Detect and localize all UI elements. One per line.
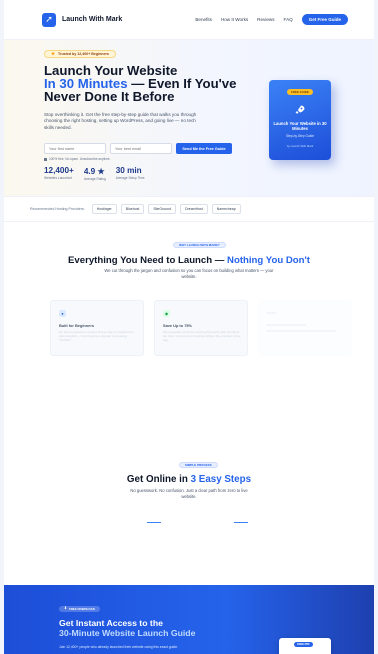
steps-title-accent: 3 Easy Steps <box>190 474 252 485</box>
star-icon: ★ <box>51 50 56 56</box>
feature-card-placeholder <box>258 300 352 356</box>
first-name-input[interactable] <box>44 143 106 154</box>
brand-logo[interactable]: ➚ Launch With Mark <box>42 12 123 27</box>
stat-value: 4.9 ★ <box>83 167 105 176</box>
steps-subtitle: No guesswork. No confusion. Just a clear… <box>130 488 248 499</box>
cta-card-badge: FREE PDF <box>294 642 313 647</box>
stat-websites: 12,400+ Websites Launched <box>44 166 74 181</box>
ghost-line <box>266 324 306 326</box>
stat-label: Websites Launched <box>44 176 72 180</box>
no-spam-text: 100% free. No spam. Unsubscribe anytime. <box>49 157 111 161</box>
features-subtitle: We cut through the jargon and confusion … <box>104 268 274 279</box>
stat-label: Average Setup Time <box>115 176 145 180</box>
tag-icon: ◆ <box>163 310 170 317</box>
provider-chip[interactable]: SiteGround <box>148 204 177 214</box>
features-title: Everything You Need to Launch — Nothing … <box>4 255 374 266</box>
cta-preview-card: FREE PDF <box>279 638 331 654</box>
cta-title: Get Instant Access to the 30-Minute Webs… <box>59 618 195 638</box>
features-pill: WHY LAUNCH WITH MARK? <box>173 242 226 248</box>
book-badge: FREE GUIDE <box>287 89 313 95</box>
rocket-icon <box>295 105 305 114</box>
book-author: by Launch With Mark <box>286 144 314 148</box>
provider-chip[interactable]: DreamHost <box>180 204 208 214</box>
top-nav: ➚ Launch With Mark Benefits How It Works… <box>4 0 374 40</box>
nav-link-reviews[interactable]: Reviews <box>257 17 274 22</box>
hero-section: ★ Trusted by 12,400+ Beginners Launch Yo… <box>4 40 374 196</box>
brand-name: Launch With Mark <box>62 16 123 23</box>
step-connector <box>147 522 161 523</box>
steps-pill: SIMPLE PROCESS <box>179 462 218 468</box>
cta-subtitle: Join 12,400+ people who already launched… <box>59 645 179 649</box>
cta-badge-text: FREE DOWNLOAD <box>68 607 95 611</box>
guide-book-cover: FREE GUIDE Launch Your Website in 30 Min… <box>269 80 331 160</box>
nav-link-benefits[interactable]: Benefits <box>195 17 212 22</box>
cta-section: ⬇ FREE DOWNLOAD Get Instant Access to th… <box>4 585 374 654</box>
lock-icon <box>44 157 47 161</box>
provider-chip[interactable]: Hostinger <box>91 204 117 214</box>
signup-form: Send Me the Free Guide <box>44 143 232 154</box>
trusted-badge-text: Trusted by 12,400+ Beginners <box>58 52 109 56</box>
stat-value: 30 min <box>115 166 142 175</box>
download-icon: ⬇ <box>64 606 67 611</box>
ghost-line <box>266 330 336 332</box>
features-title-accent: Nothing You Don't <box>227 255 310 266</box>
stat-value: 12,400+ <box>44 166 74 175</box>
stat-rating: 4.9 ★ Average Rating <box>84 166 106 181</box>
provider-chip[interactable]: Bluehost <box>120 204 145 214</box>
card-description: We negotiate exclusive hosting discounts… <box>163 330 241 343</box>
cta-title-line1: Get Instant Access to the <box>59 618 163 628</box>
nav-link-faq[interactable]: FAQ <box>284 17 293 22</box>
no-spam-note: 100% free. No spam. Unsubscribe anytime. <box>44 157 110 161</box>
hero-stats: 12,400+ Websites Launched 4.9 ★ Average … <box>44 166 145 181</box>
providers-label: Recommended Hosting Providers: <box>30 207 85 211</box>
provider-chip[interactable]: Namecheap <box>211 204 241 214</box>
landing-page: ➚ Launch With Mark Benefits How It Works… <box>4 0 374 654</box>
step-connector <box>234 522 248 523</box>
hero-title: Launch Your Website In 30 Minutes — Even… <box>44 64 264 103</box>
send-guide-button[interactable]: Send Me the Free Guide <box>176 143 232 154</box>
rocket-logo-icon: ➚ <box>42 12 56 27</box>
nav-get-guide-button[interactable]: Get Free Guide <box>301 14 348 25</box>
nav-links: Benefits How It Works Reviews FAQ Get Fr… <box>195 14 348 25</box>
stat-setup-time: 30 min Average Setup Time <box>116 166 145 181</box>
steps-title-main: Get Online in <box>126 474 191 485</box>
book-subtitle: Step-by-Step Guide <box>286 134 314 138</box>
card-title: Built for Beginners <box>59 323 95 328</box>
ghost-line <box>266 312 276 314</box>
cta-badge: ⬇ FREE DOWNLOAD <box>59 606 100 612</box>
trusted-badge: ★ Trusted by 12,400+ Beginners <box>44 50 116 58</box>
feature-card-savings: ◆ Save Up to 75% We negotiate exclusive … <box>154 300 248 356</box>
book-title: Launch Your Website in 30 Minutes <box>273 121 327 131</box>
hero-subtitle: Stop overthinking it. Get the free step-… <box>44 112 197 130</box>
email-input[interactable] <box>110 143 172 154</box>
card-description: No tech experience needed. Every step is… <box>59 330 134 343</box>
features-title-main: Everything You Need to Launch — <box>68 255 228 266</box>
steps-title: Get Online in 3 Easy Steps <box>4 474 374 485</box>
stat-label: Average Rating <box>83 177 106 181</box>
nav-link-how-it-works[interactable]: How It Works <box>221 17 248 22</box>
cta-title-line2: 30-Minute Website Launch Guide <box>59 628 196 638</box>
hosting-providers-bar: Recommended Hosting Providers: Hostinger… <box>4 196 374 222</box>
user-icon: ● <box>59 310 66 317</box>
feature-card-beginners: ● Built for Beginners No tech experience… <box>50 300 144 356</box>
card-title: Save Up to 75% <box>163 323 192 328</box>
